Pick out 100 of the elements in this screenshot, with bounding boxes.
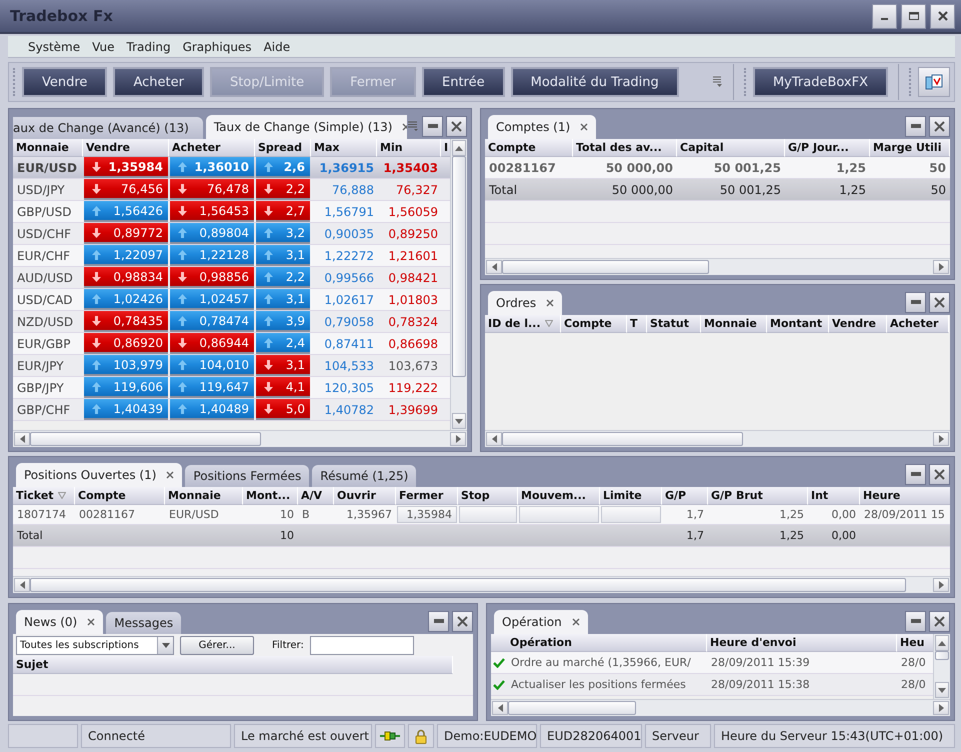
rate-cell[interactable]: 3,1 bbox=[256, 355, 310, 376]
price-field[interactable] bbox=[459, 506, 517, 523]
close-icon[interactable] bbox=[934, 616, 945, 626]
window-switch-button[interactable] bbox=[918, 67, 950, 97]
column-header[interactable]: Heure d'envoi bbox=[707, 634, 897, 652]
price-field[interactable]: 1,35984 bbox=[397, 506, 457, 523]
column-header[interactable]: Opération bbox=[507, 634, 707, 652]
tab[interactable]: Positions Fermées bbox=[185, 465, 310, 487]
rate-cell[interactable]: 0,86944 bbox=[170, 333, 254, 354]
toolbar-button[interactable]: Vendre bbox=[22, 67, 108, 97]
overflow-menu-icon[interactable] bbox=[712, 76, 723, 88]
rate-cell[interactable]: 1,22128 bbox=[170, 245, 254, 266]
column-header[interactable]: Spread bbox=[255, 139, 311, 157]
horizontal-scrollbar[interactable] bbox=[485, 258, 950, 275]
table-row[interactable]: EUR/GBP 0,86920 0,86944 2,4 0,87411 0,86698 bbox=[13, 333, 450, 355]
close-button[interactable] bbox=[930, 4, 955, 28]
minimize-icon[interactable] bbox=[910, 469, 922, 479]
table-row[interactable]: USD/CHF 0,89772 0,89804 3,2 0,90035 0,89250 bbox=[13, 223, 450, 245]
minimize-icon[interactable] bbox=[910, 121, 922, 131]
close-icon[interactable] bbox=[936, 10, 948, 22]
close-icon[interactable] bbox=[934, 296, 945, 308]
column-header[interactable]: A/V bbox=[298, 487, 334, 505]
rate-cell[interactable]: 2,2 bbox=[256, 179, 310, 200]
tab[interactable]: News (0) bbox=[16, 610, 104, 634]
column-header[interactable]: Vendre bbox=[83, 139, 169, 157]
column-header[interactable]: Statut bbox=[647, 315, 701, 333]
column-header[interactable]: Heu bbox=[897, 634, 933, 652]
close-icon[interactable] bbox=[934, 468, 945, 480]
maximize-icon[interactable] bbox=[908, 10, 920, 22]
price-field[interactable] bbox=[601, 506, 661, 523]
column-header[interactable]: Limite bbox=[600, 487, 662, 505]
vertical-scrollbar[interactable] bbox=[933, 634, 950, 699]
rate-cell[interactable]: 1,02426 bbox=[84, 289, 168, 310]
rate-cell[interactable]: 1,56426 bbox=[84, 201, 168, 222]
column-header[interactable]: Int bbox=[808, 487, 860, 505]
table-row[interactable]: GBP/JPY 119,606 119,647 4,1 120,305 119,222 bbox=[13, 377, 450, 399]
tab[interactable]: aux de Change (Avancé) (13) bbox=[13, 117, 203, 139]
table-row[interactable]: GBP/USD 1,56426 1,56453 2,7 1,56791 1,56059 bbox=[13, 201, 450, 223]
rate-cell[interactable]: 119,606 bbox=[84, 377, 168, 398]
tab[interactable]: Ordres bbox=[488, 291, 562, 315]
rate-cell[interactable]: 3,1 bbox=[256, 289, 310, 310]
column-header[interactable]: Ticket bbox=[13, 487, 75, 505]
minimize-button[interactable] bbox=[428, 610, 449, 632]
column-header[interactable]: Total des av... bbox=[573, 139, 677, 157]
close-button[interactable] bbox=[929, 116, 950, 136]
close-icon[interactable] bbox=[580, 123, 588, 131]
close-icon[interactable] bbox=[546, 299, 554, 307]
rate-cell[interactable]: 76,456 bbox=[84, 179, 168, 200]
column-header[interactable]: G/P Jour... bbox=[785, 139, 870, 157]
rate-cell[interactable]: 1,40439 bbox=[84, 399, 168, 420]
table-row[interactable]: EUR/CHF 1,22097 1,22128 3,1 1,22272 1,21601 bbox=[13, 245, 450, 267]
minimize-button[interactable] bbox=[872, 4, 897, 28]
table-row[interactable]: USD/CAD 1,02426 1,02457 3,1 1,02617 1,01803 bbox=[13, 289, 450, 311]
column-header[interactable]: Ouvrir bbox=[334, 487, 396, 505]
table-row[interactable]: AUD/USD 0,98834 0,98856 2,2 0,99566 0,98421 bbox=[13, 267, 450, 289]
rate-cell[interactable]: 3,2 bbox=[256, 223, 310, 244]
column-header[interactable]: Fermer bbox=[396, 487, 458, 505]
rate-cell[interactable]: 0,89772 bbox=[84, 223, 168, 244]
rate-cell[interactable]: 2,2 bbox=[256, 267, 310, 288]
toolbar-button[interactable]: Acheter bbox=[113, 67, 204, 97]
column-header[interactable]: Montant bbox=[767, 315, 829, 333]
filter-field[interactable] bbox=[310, 636, 414, 654]
column-header[interactable]: Acheter bbox=[887, 315, 949, 333]
close-icon[interactable] bbox=[572, 618, 580, 626]
rate-cell[interactable]: 103,979 bbox=[84, 355, 168, 376]
vertical-scrollbar[interactable] bbox=[450, 139, 467, 430]
menu-item[interactable]: Vue bbox=[88, 38, 119, 56]
rate-cell[interactable]: 1,40489 bbox=[170, 399, 254, 420]
table-row[interactable]: USD/JPY 76,456 76,478 2,2 76,888 76,327 bbox=[13, 179, 450, 201]
minimize-icon[interactable] bbox=[432, 616, 444, 626]
close-icon[interactable] bbox=[166, 471, 174, 479]
close-icon[interactable] bbox=[457, 616, 468, 626]
rate-cell[interactable]: 0,89804 bbox=[170, 223, 254, 244]
menu-item[interactable]: Graphiques bbox=[178, 38, 256, 56]
rate-cell[interactable]: 0,78474 bbox=[170, 311, 254, 332]
minimize-button[interactable] bbox=[905, 292, 926, 312]
close-button[interactable] bbox=[452, 610, 473, 632]
column-header[interactable]: T bbox=[627, 315, 647, 333]
rate-cell[interactable]: 2,4 bbox=[256, 333, 310, 354]
tab[interactable]: Résumé (1,25) bbox=[312, 465, 416, 487]
close-button[interactable] bbox=[929, 292, 950, 312]
rate-cell[interactable]: 2,6 bbox=[256, 157, 310, 178]
column-header[interactable]: Mont... bbox=[243, 487, 298, 505]
column-header[interactable]: ID de l... bbox=[485, 315, 561, 333]
close-button[interactable] bbox=[446, 116, 467, 136]
column-header[interactable]: Max bbox=[311, 139, 377, 157]
tab[interactable]: Messages bbox=[106, 612, 182, 634]
rate-cell[interactable]: 4,1 bbox=[256, 377, 310, 398]
toolbar-button[interactable]: Entrée bbox=[422, 67, 505, 97]
column-header[interactable]: Heure bbox=[860, 487, 950, 505]
price-field[interactable] bbox=[519, 506, 599, 523]
column-header[interactable]: G/P Brut bbox=[708, 487, 808, 505]
horizontal-scrollbar[interactable] bbox=[485, 430, 950, 447]
tab[interactable]: Comptes (1) bbox=[488, 115, 596, 139]
rate-cell[interactable]: 76,478 bbox=[170, 179, 254, 200]
close-icon[interactable] bbox=[451, 120, 462, 132]
horizontal-scrollbar[interactable] bbox=[13, 430, 467, 447]
menu-item[interactable]: Aide bbox=[260, 38, 294, 56]
minimize-button[interactable] bbox=[905, 464, 926, 484]
account-button[interactable]: MyTradeBoxFX bbox=[752, 67, 888, 97]
